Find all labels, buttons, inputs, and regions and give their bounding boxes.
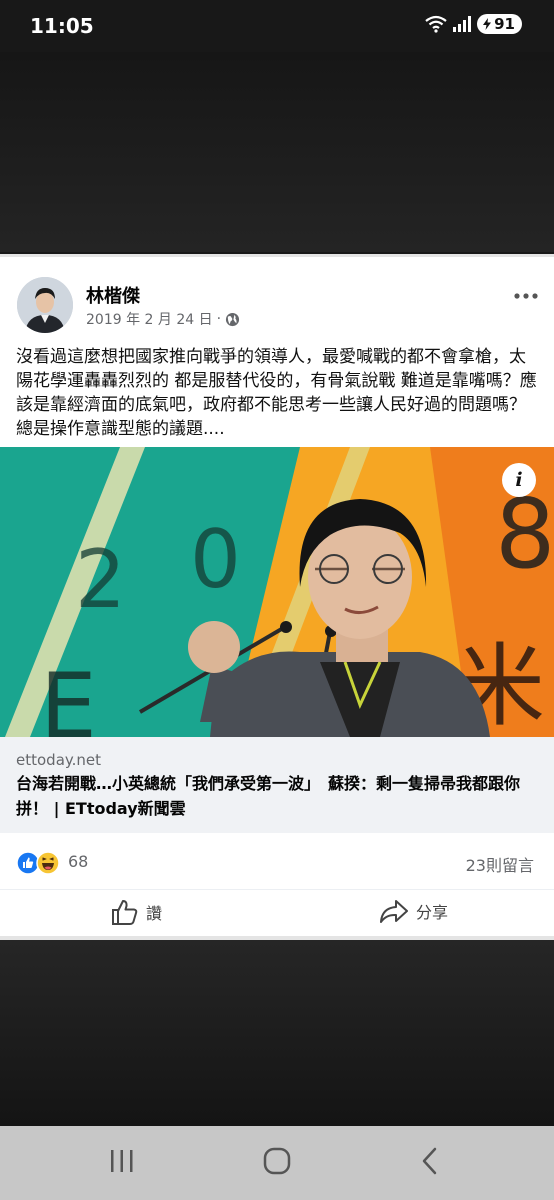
like-label: 讚 <box>146 904 163 923</box>
home-icon <box>263 1147 291 1175</box>
back-button[interactable] <box>418 1146 442 1180</box>
post-card: 林楷傑 2019 年 2 月 24 日 · 沒看過這麼想把國家推向戰爭的領導人，… <box>0 254 554 940</box>
backdrop-digit-8: 8 <box>495 480 554 590</box>
date-separator: · <box>216 311 222 327</box>
comment-count[interactable]: 23則留言 <box>466 852 534 876</box>
share-label: 分享 <box>416 903 449 922</box>
share-button[interactable]: 分享 <box>378 898 448 924</box>
status-time: 11:05 <box>30 14 94 38</box>
post-date[interactable]: 2019 年 2 月 24 日 <box>86 309 213 329</box>
reaction-icons <box>16 851 60 875</box>
thumbs-up-icon <box>112 900 138 925</box>
reaction-summary[interactable]: 68 23則留言 <box>0 845 554 879</box>
post-meta: 2019 年 2 月 24 日 · <box>86 309 240 329</box>
haha-reaction-icon <box>36 851 60 875</box>
reaction-count: 68 <box>68 852 89 871</box>
battery-level: 91 <box>494 15 515 33</box>
backdrop-digit-0: 0 <box>190 513 241 606</box>
post-text: 沒看過這麼想把國家推向戰爭的領導人，最愛喊戰的都不會拿槍，太陽花學運轟轟烈烈的 … <box>16 347 537 439</box>
backdrop-letter-e: E <box>40 654 97 737</box>
link-domain: ettoday.net <box>16 751 102 769</box>
top-background <box>0 52 554 252</box>
more-icon <box>514 293 538 299</box>
link-preview-image[interactable]: 2 0 8 E 米 i <box>0 447 554 737</box>
globe-icon <box>226 312 240 326</box>
avatar[interactable] <box>17 277 73 333</box>
recents-icon <box>111 1150 133 1172</box>
recents-button[interactable] <box>108 1146 136 1180</box>
back-icon <box>422 1147 437 1175</box>
navigation-bar <box>0 1126 554 1200</box>
status-bar: 11:05 91 <box>0 0 554 52</box>
author-name[interactable]: 林楷傑 <box>86 282 140 308</box>
wifi-icon <box>425 15 447 33</box>
more-options-button[interactable] <box>514 281 538 306</box>
action-bar: 讚 分享 <box>0 889 554 936</box>
signal-icon <box>453 16 472 32</box>
bottom-background <box>0 940 554 1126</box>
link-preview-meta[interactable]: ettoday.net 台海若開戰…小英總統「我們承受第一波」 蘇揆：剩一隻掃帚… <box>0 737 554 833</box>
status-icons: 91 <box>425 14 522 34</box>
home-button[interactable] <box>262 1146 292 1180</box>
battery-icon: 91 <box>477 14 522 34</box>
share-icon <box>380 900 408 923</box>
like-button[interactable]: 讚 <box>110 898 162 926</box>
backdrop-digit-2: 2 <box>75 533 126 626</box>
link-title: 台海若開戰…小英總統「我們承受第一波」 蘇揆：剩一隻掃帚我都跟你拼！ | ETt… <box>16 774 521 818</box>
info-icon[interactable]: i <box>502 463 536 497</box>
